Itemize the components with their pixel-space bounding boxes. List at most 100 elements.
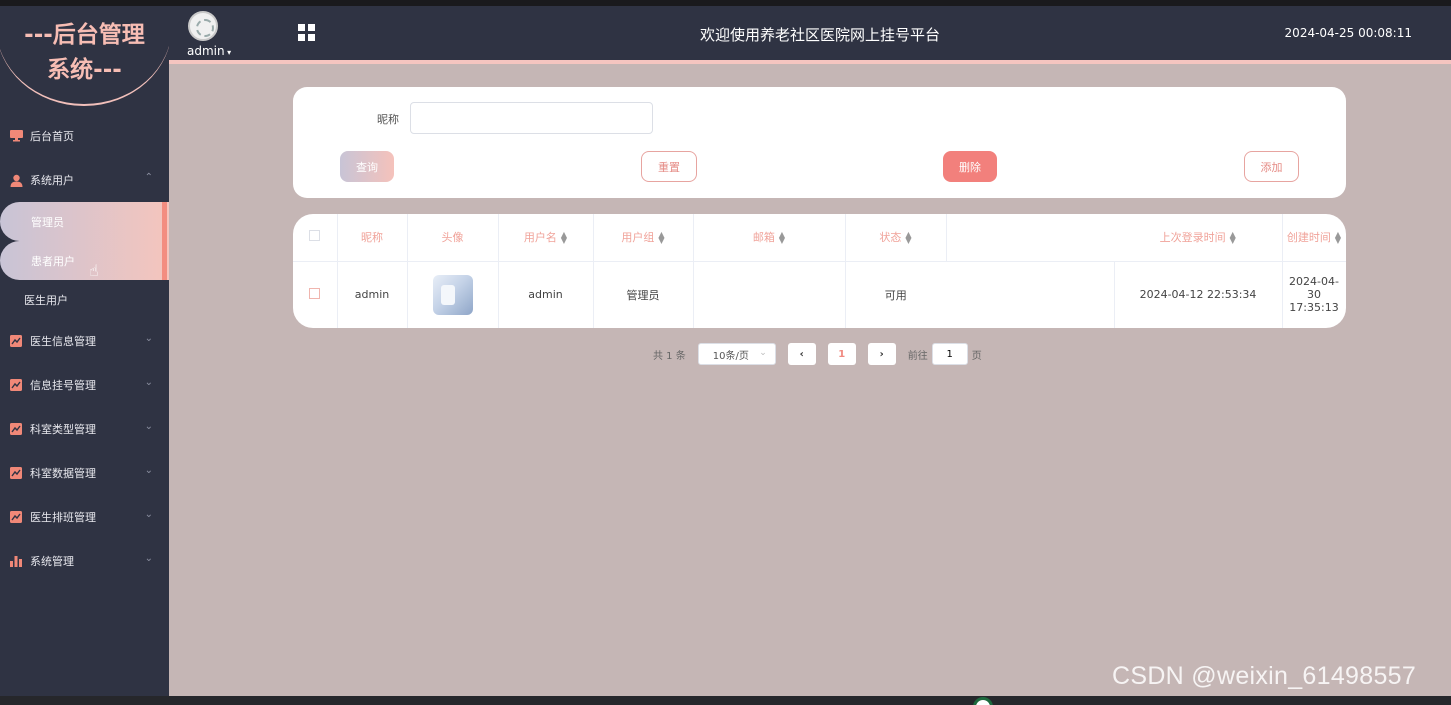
user-menu[interactable]: admin ▾ [187, 44, 231, 58]
col-label: 用户名 [523, 231, 557, 245]
chevron-up-icon: ⌃ [144, 172, 153, 183]
prev-page-button[interactable]: ‹ [787, 343, 816, 365]
sidebar-item-dept-data[interactable]: 科室数据管理 ⌄ [0, 451, 169, 495]
row-select-cell [293, 261, 338, 328]
bar-chart-icon [9, 554, 23, 568]
total-count: 共 1 条 [653, 350, 686, 362]
user-icon [9, 173, 23, 187]
chart-icon [9, 378, 23, 392]
sidebar-item-label: 系统管理 [30, 555, 74, 568]
hand-cursor-icon: ☝ [89, 261, 99, 280]
search-panel: 昵称 查询 重置 删除 添加 [293, 87, 1346, 198]
add-button[interactable]: 添加 [1244, 151, 1299, 182]
sidebar-item-label: 后台首页 [30, 130, 74, 143]
sidebar-item-system-users[interactable]: 系统用户 ⌃ [0, 158, 169, 202]
sidebar-item-label: 医生排班管理 [30, 511, 96, 524]
logo: ---后台管理 系统--- [0, 6, 169, 106]
reset-button[interactable]: 重置 [641, 151, 697, 182]
sidebar-subitem-admin[interactable]: 管理员 [0, 202, 169, 241]
delete-button[interactable]: 删除 [943, 151, 997, 182]
col-header-email[interactable]: 邮箱 ▲ ▼ [693, 214, 846, 262]
chart-icon [9, 422, 23, 436]
sidebar-item-label: 科室数据管理 [30, 467, 96, 480]
watermark: CSDN @weixin_61498557 [1112, 662, 1417, 690]
col-header-last-login[interactable] [946, 214, 1114, 262]
cell-created: 2024-04-30 17:35:13 [1282, 261, 1346, 328]
page-size-select[interactable]: 10条/页 ⌄ [697, 343, 776, 365]
goto-label: 前往 [907, 350, 928, 362]
sort-icon[interactable]: ▲ ▼ [779, 231, 785, 245]
user-name: admin [187, 44, 225, 58]
page-unit-label: 页 [971, 350, 982, 362]
sidebar-item-label: 医生信息管理 [30, 335, 96, 348]
cell-nickname: admin [337, 261, 408, 328]
top-header: admin ▾ 欢迎使用养老社区医院网上挂号平台 2024-04-25 00:0… [169, 6, 1451, 61]
page-number-button[interactable]: 1 [827, 343, 856, 365]
bottom-bar [0, 696, 1451, 705]
nickname-input[interactable] [410, 102, 653, 134]
table-row: admin admin 管理员 可用 2024-04-12 22:53:34 2… [293, 261, 1346, 328]
nickname-label: 昵称 [377, 113, 399, 126]
select-all-checkbox[interactable] [309, 230, 321, 242]
logo-line-2: 系统--- [47, 57, 122, 83]
query-button[interactable]: 查询 [340, 151, 394, 182]
select-all-cell [293, 214, 338, 262]
cell-avatar [407, 261, 499, 328]
sidebar-item-registration[interactable]: 信息挂号管理 ⌄ [0, 363, 169, 407]
col-label: 昵称 [361, 231, 383, 245]
sort-icon[interactable]: ▲ ▼ [905, 231, 911, 245]
chevron-down-icon: ⌄ [144, 421, 153, 432]
chart-icon [9, 466, 23, 480]
chevron-down-icon: ⌄ [144, 553, 153, 564]
sidebar-subitem-label: 医生用户 [24, 293, 68, 307]
goto-page-input[interactable] [931, 343, 968, 365]
sidebar-item-dept-type[interactable]: 科室类型管理 ⌄ [0, 407, 169, 451]
col-label: 用户组 [621, 231, 655, 245]
chevron-down-icon: ⌄ [144, 377, 153, 388]
sidebar-subitem-label: 管理员 [31, 215, 64, 229]
sidebar-item-system-admin[interactable]: 系统管理 ⌄ [0, 539, 169, 583]
sidebar-menu: 后台首页 系统用户 ⌃ 管理员 患者用户 医生用户 医生信息管理 ⌄ 信息挂号管… [0, 114, 169, 583]
chevron-down-icon: ⌄ [759, 348, 767, 358]
avatar-image [432, 274, 473, 315]
chart-icon [9, 334, 23, 348]
caret-down-icon: ▾ [224, 48, 232, 57]
sidebar-item-label: 系统用户 [30, 174, 74, 187]
sidebar-subitem-patient-users[interactable]: 患者用户 [0, 241, 169, 280]
cell-last-login: 2024-04-12 22:53:34 [1114, 261, 1283, 328]
col-label: 头像 [441, 231, 464, 245]
chevron-down-icon: ⌄ [144, 333, 153, 344]
chevron-left-icon: ‹ [799, 348, 804, 360]
cell-group: 管理员 [593, 261, 694, 328]
sidebar-subitem-label: 患者用户 [31, 254, 75, 268]
sort-icon[interactable]: ▲ ▼ [658, 231, 664, 245]
sidebar-item-doctor-info[interactable]: 医生信息管理 ⌄ [0, 319, 169, 363]
sort-icon[interactable]: ▲ ▼ [1335, 231, 1341, 245]
chevron-down-icon: ⌄ [144, 509, 153, 520]
chevron-right-icon: › [879, 348, 884, 360]
page-title: 欢迎使用养老社区医院网上挂号平台 [699, 26, 940, 44]
sidebar-item-label: 信息挂号管理 [30, 379, 96, 392]
users-table-panel: 昵称 头像 用户名 ▲ ▼ 用户组 ▲ ▼ 邮箱 ▲ ▼ 状态 ▲ ▼ 上次登录时间 ▲ ▼ 创建时… [293, 214, 1346, 328]
pagination: 共 1 条 10条/页 ⌄ ‹ 1 › 前往 页 [653, 343, 982, 365]
next-page-button[interactable]: › [867, 343, 896, 365]
col-header-avatar: 头像 [407, 214, 499, 262]
chart-icon [9, 510, 23, 524]
col-header-username[interactable]: 用户名 ▲ ▼ [498, 214, 594, 262]
users-table: 昵称 头像 用户名 ▲ ▼ 用户组 ▲ ▼ 邮箱 ▲ ▼ 状态 ▲ ▼ 上次登录时间 ▲ ▼ 创建时… [293, 214, 1346, 328]
sort-icon[interactable]: ▲ ▼ [561, 231, 567, 245]
col-header-status[interactable]: 状态 ▲ ▼ [845, 214, 947, 262]
sidebar-subitem-doctor-users[interactable]: 医生用户 [0, 280, 169, 319]
cell-username: admin [498, 261, 594, 328]
col-header-group[interactable]: 用户组 ▲ ▼ [593, 214, 694, 262]
cell-status: 可用 [884, 288, 907, 302]
col-header-last-login-label[interactable]: 上次登录时间 ▲ ▼ [1114, 214, 1283, 262]
col-label: 邮箱 [752, 231, 775, 245]
col-header-created[interactable]: 创建时间 ▲ ▼ [1282, 214, 1346, 262]
logo-text: ---后台管理 系统--- [0, 18, 169, 88]
sidebar-item-schedule[interactable]: 医生排班管理 ⌄ [0, 495, 169, 539]
sort-icon[interactable]: ▲ ▼ [1230, 231, 1236, 245]
row-checkbox[interactable] [309, 287, 321, 299]
sidebar: ---后台管理 系统--- 后台首页 系统用户 ⌃ 管理员 患者用户 医生用户 [0, 6, 169, 696]
sidebar-item-home[interactable]: 后台首页 [0, 114, 169, 158]
